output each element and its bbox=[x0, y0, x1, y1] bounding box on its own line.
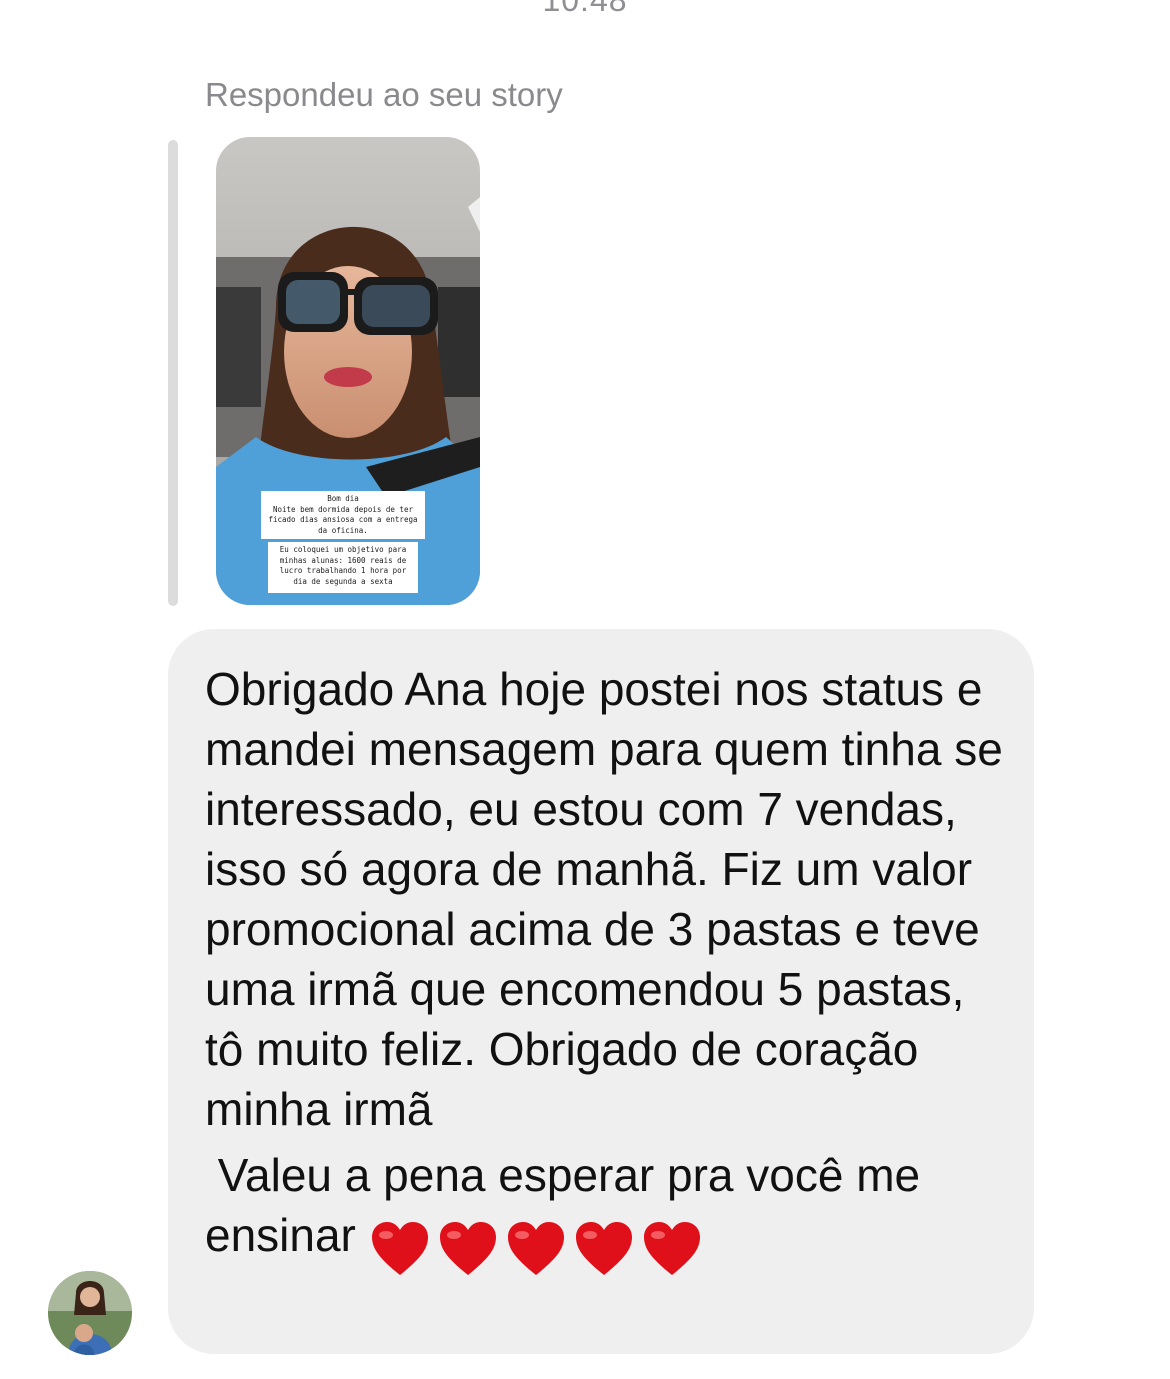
message-bubble[interactable]: Obrigado Ana hoje postei nos status e ma… bbox=[168, 629, 1034, 1354]
message-text: Obrigado Ana hoje postei nos status e ma… bbox=[205, 659, 1005, 1277]
story-thumbnail[interactable]: Bom dia Noite bem dormida depois de ter … bbox=[216, 137, 480, 605]
red-heart-icon bbox=[643, 1221, 700, 1275]
red-heart-icon bbox=[439, 1221, 496, 1275]
message-text-body: Obrigado Ana hoje postei nos status e ma… bbox=[205, 663, 1016, 1135]
story-text-overlay: Bom dia Noite bem dormida depois de ter … bbox=[261, 491, 425, 539]
red-heart-icon bbox=[371, 1221, 428, 1275]
red-heart-icon bbox=[575, 1221, 632, 1275]
story-reply-caption: Respondeu ao seu story bbox=[205, 76, 563, 113]
sender-avatar[interactable] bbox=[48, 1271, 132, 1355]
avatar-photo bbox=[48, 1271, 132, 1355]
reply-indicator-bar bbox=[168, 140, 178, 606]
red-heart-icon bbox=[507, 1221, 564, 1275]
heart-emoji-group bbox=[370, 1215, 710, 1277]
message-timestamp: 10:48 bbox=[542, 0, 628, 18]
story-text-overlay: Eu coloquei um objetivo para minhas alun… bbox=[268, 542, 418, 593]
